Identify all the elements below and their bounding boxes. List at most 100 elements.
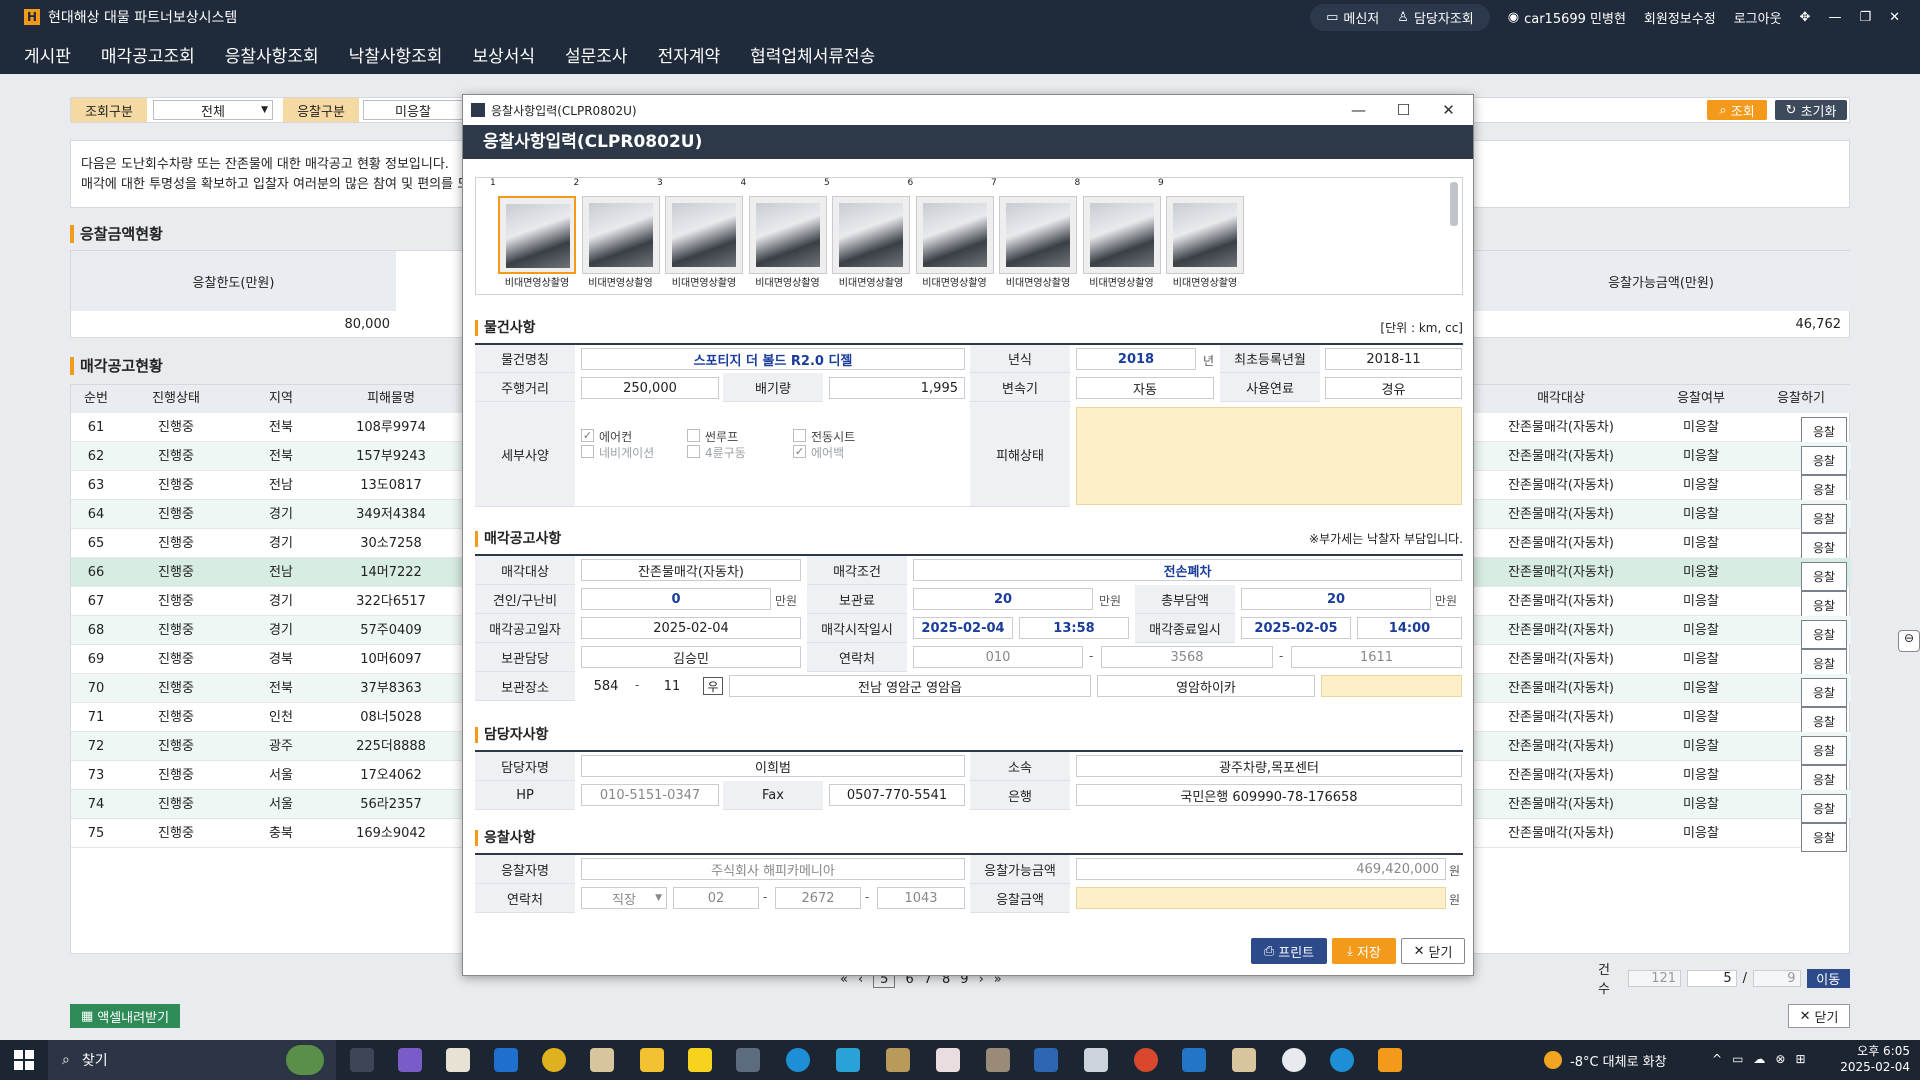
manager-lookup-link[interactable]: ♙ 담당자조회 [1397, 8, 1473, 27]
vehicle-photo-thumbnail[interactable] [748, 196, 827, 274]
calculator-icon[interactable] [736, 1048, 760, 1072]
task-view-icon[interactable] [350, 1048, 374, 1072]
end-time-field[interactable]: 14:00 [1357, 617, 1462, 639]
move-icon[interactable]: ✥ [1800, 10, 1811, 25]
sale-target-field[interactable]: 잔존물매각(자동차) [581, 559, 801, 581]
keeper-tel3[interactable]: 1611 [1291, 646, 1462, 668]
item-name-field[interactable]: 스포티지 더 볼드 R2.0 디젤 [581, 348, 965, 370]
menu-survey[interactable]: 설문조사 [565, 42, 628, 67]
vehicle-photo-thumbnail[interactable] [498, 196, 576, 274]
damage-field[interactable] [1076, 407, 1462, 505]
edge-icon[interactable] [786, 1048, 810, 1072]
vehicle-photo-thumbnail[interactable] [581, 196, 660, 274]
menu-bid-inquiry[interactable]: 응찰사항조회 [225, 42, 319, 67]
menu-forms[interactable]: 보상서식 [472, 42, 535, 67]
address1-field[interactable]: 전남 영암군 영암읍 [729, 675, 1091, 697]
transmission-field[interactable]: 자동 [1076, 377, 1214, 399]
vscode-icon[interactable] [1182, 1048, 1206, 1072]
manager-org-field[interactable]: 광주차량,목포센터 [1076, 755, 1462, 777]
messenger-icon[interactable] [590, 1048, 614, 1072]
notice-date-field[interactable]: 2025-02-04 [581, 617, 801, 639]
vehicle-photo-thumbnail[interactable] [832, 196, 910, 274]
option-checkbox[interactable] [687, 445, 700, 458]
manager-bank-field[interactable]: 국민은행 609990-78-176658 [1076, 784, 1462, 806]
minimize-icon[interactable]: — [1828, 10, 1841, 25]
network-icon[interactable]: ☁ [1753, 1052, 1765, 1066]
bid-button[interactable]: 응찰 [1801, 823, 1847, 852]
ie-icon[interactable] [494, 1048, 518, 1072]
restore-icon[interactable]: ❐ [1859, 10, 1871, 25]
vehicle-photo-thumbnail[interactable] [1166, 196, 1244, 274]
logout-link[interactable]: 로그아웃 [1734, 8, 1782, 27]
menu-doc-upload[interactable]: 협력업체서류전송 [750, 42, 875, 67]
app-icon-3[interactable] [886, 1048, 910, 1072]
app-icon-7[interactable] [1282, 1048, 1306, 1072]
app-icon-2[interactable] [836, 1048, 860, 1072]
search-button[interactable]: ⌕ 조회 [1707, 100, 1767, 120]
mileage-field[interactable]: 250,000 [581, 377, 719, 399]
displacement-field[interactable]: 1,995 [829, 377, 965, 399]
ime-icon[interactable]: ⊞ [1795, 1052, 1805, 1066]
option-checkbox[interactable] [581, 445, 594, 458]
vehicle-photo-thumbnail[interactable] [999, 196, 1077, 274]
close-icon[interactable]: ✕ [1426, 95, 1471, 125]
chat-icon[interactable]: ▭ [1732, 1052, 1743, 1066]
copilot-icon[interactable] [398, 1048, 422, 1072]
menu-e-contract[interactable]: 전자계약 [658, 42, 721, 67]
close-icon[interactable]: ✕ [1889, 10, 1900, 25]
volume-icon[interactable]: ⊗ [1775, 1052, 1785, 1066]
app-icon-5[interactable] [1084, 1048, 1108, 1072]
outlook-icon[interactable] [1034, 1048, 1058, 1072]
total-burden-field[interactable]: 20 [1241, 588, 1431, 610]
edge-icon-2[interactable] [1330, 1048, 1354, 1072]
manager-fax-field[interactable]: 0507-770-5541 [829, 784, 965, 806]
address3-field[interactable] [1321, 675, 1462, 697]
windows-start-icon[interactable] [14, 1050, 34, 1070]
app-icon-4[interactable] [986, 1048, 1010, 1072]
taskbar-search[interactable]: ⌕ 찾기 [48, 1040, 336, 1080]
storage-fee-field[interactable]: 20 [913, 588, 1093, 610]
address2-field[interactable]: 영암하이카 [1097, 675, 1315, 697]
maximize-icon[interactable]: ☐ [1381, 95, 1426, 125]
option-checkbox[interactable]: ✓ [581, 429, 594, 442]
zip1-field[interactable]: 584 [581, 675, 631, 697]
keeper-field[interactable]: 김승민 [581, 646, 801, 668]
vehicle-photo-thumbnail[interactable] [665, 196, 743, 274]
bid-available-field[interactable]: 469,420,000 [1076, 858, 1446, 880]
weather[interactable]: -8°C 대체로 화창 [1544, 1040, 1667, 1080]
file-explorer-icon[interactable] [640, 1048, 664, 1072]
phone-type-select[interactable]: 직장 ▼ [581, 887, 667, 909]
reset-button[interactable]: ↻ 초기화 [1775, 100, 1847, 120]
fuel-field[interactable]: 경유 [1325, 377, 1462, 399]
edit-profile-link[interactable]: 회원정보수정 [1644, 8, 1716, 27]
page-close-button[interactable]: ✕ 닫기 [1788, 1004, 1850, 1028]
snipping-icon[interactable] [936, 1048, 960, 1072]
messenger-link[interactable]: ▭ 메신저 [1326, 8, 1379, 27]
keeper-tel2[interactable]: 3568 [1101, 646, 1273, 668]
print-button[interactable]: ⎙ 프린트 [1251, 938, 1327, 964]
hyundai-app-icon[interactable] [1378, 1048, 1402, 1072]
vehicle-photo-thumbnail[interactable] [1082, 196, 1161, 274]
option-checkbox[interactable] [687, 429, 700, 442]
phone-part3[interactable]: 1043 [877, 887, 965, 909]
tow-fee-field[interactable]: 0 [581, 588, 771, 610]
manager-name-field[interactable]: 이희범 [581, 755, 965, 777]
app-icon-6[interactable] [1232, 1048, 1256, 1072]
option-checkbox[interactable] [793, 429, 806, 442]
chrome-icon[interactable] [542, 1048, 566, 1072]
side-handle-icon[interactable]: ⊖ [1898, 630, 1920, 652]
scrollbar[interactable] [1450, 182, 1458, 226]
end-date-field[interactable]: 2025-02-05 [1241, 617, 1351, 639]
bid-type-select[interactable]: 미응찰 [363, 100, 463, 120]
menu-award-inquiry[interactable]: 낙찰사항조회 [349, 42, 443, 67]
excel-download-button[interactable]: ▦ 액셀내려받기 [70, 1004, 180, 1028]
manager-hp-field[interactable]: 010-5151-0347 [581, 784, 719, 806]
reg-field[interactable]: 2018-11 [1325, 348, 1462, 370]
bidder-name-field[interactable]: 주식회사 해피카메니아 [581, 858, 965, 880]
save-button[interactable]: ⤓ 저장 [1332, 938, 1396, 964]
clock[interactable]: 오후 6:05 2025-02-04 [1830, 1043, 1910, 1075]
go-button[interactable]: 이동 [1806, 968, 1850, 988]
phone-part2[interactable]: 2672 [775, 887, 861, 909]
start-date-field[interactable]: 2025-02-04 [913, 617, 1013, 639]
sticky-notes-icon[interactable] [688, 1048, 712, 1072]
